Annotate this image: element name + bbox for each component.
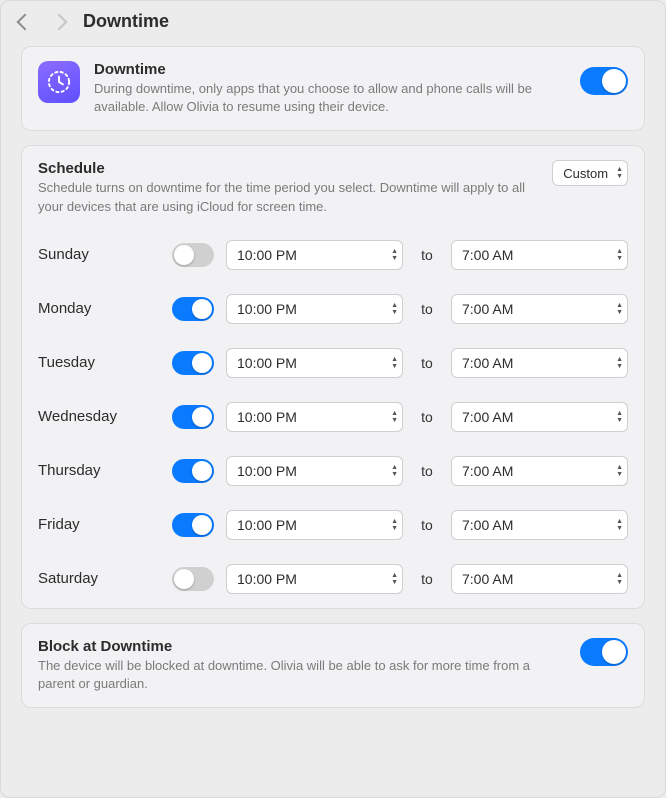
day-label: Monday: [38, 300, 160, 317]
to-label: to: [415, 517, 439, 533]
end-time-value: 7:00 AM: [462, 355, 513, 371]
page-title: Downtime: [83, 11, 169, 32]
start-time-value: 10:00 PM: [237, 355, 297, 371]
updown-icon[interactable]: ▲▼: [616, 355, 623, 371]
start-time-value: 10:00 PM: [237, 571, 297, 587]
end-time-value: 7:00 AM: [462, 571, 513, 587]
day-toggle[interactable]: [172, 297, 214, 321]
day-label: Thursday: [38, 462, 160, 479]
end-time-field[interactable]: 7:00 AM ▲▼: [451, 564, 628, 594]
updown-icon: ▲▼: [616, 165, 623, 181]
day-toggle[interactable]: [172, 243, 214, 267]
start-time-value: 10:00 PM: [237, 247, 297, 263]
downtime-title: Downtime: [94, 61, 558, 78]
start-time-value: 10:00 PM: [237, 463, 297, 479]
end-time-field[interactable]: 7:00 AM ▲▼: [451, 294, 628, 324]
day-row: Friday 10:00 PM ▲▼ to 7:00 AM ▲▼: [38, 510, 628, 540]
day-toggle[interactable]: [172, 405, 214, 429]
updown-icon[interactable]: ▲▼: [616, 463, 623, 479]
updown-icon[interactable]: ▲▼: [391, 409, 398, 425]
updown-icon[interactable]: ▲▼: [391, 571, 398, 587]
end-time-value: 7:00 AM: [462, 409, 513, 425]
to-label: to: [415, 571, 439, 587]
settings-window: Downtime Downtime During downtime, only …: [0, 0, 666, 798]
title-bar: Downtime: [1, 1, 665, 38]
day-row: Thursday 10:00 PM ▲▼ to 7:00 AM ▲▼: [38, 456, 628, 486]
start-time-value: 10:00 PM: [237, 301, 297, 317]
day-toggle[interactable]: [172, 513, 214, 537]
updown-icon[interactable]: ▲▼: [391, 517, 398, 533]
schedule-mode-select[interactable]: Custom ▲▼: [552, 160, 628, 186]
start-time-field[interactable]: 10:00 PM ▲▼: [226, 564, 403, 594]
day-label: Saturday: [38, 570, 160, 587]
downtime-description: During downtime, only apps that you choo…: [94, 80, 558, 116]
end-time-value: 7:00 AM: [462, 463, 513, 479]
start-time-field[interactable]: 10:00 PM ▲▼: [226, 240, 403, 270]
schedule-mode-value: Custom: [563, 166, 608, 181]
day-label: Sunday: [38, 246, 160, 263]
day-label: Tuesday: [38, 354, 160, 371]
start-time-field[interactable]: 10:00 PM ▲▼: [226, 348, 403, 378]
to-label: to: [415, 301, 439, 317]
to-label: to: [415, 247, 439, 263]
end-time-value: 7:00 AM: [462, 301, 513, 317]
updown-icon[interactable]: ▲▼: [616, 301, 623, 317]
end-time-field[interactable]: 7:00 AM ▲▼: [451, 456, 628, 486]
updown-icon[interactable]: ▲▼: [391, 463, 398, 479]
day-label: Friday: [38, 516, 160, 533]
day-label: Wednesday: [38, 408, 160, 425]
days-list: Sunday 10:00 PM ▲▼ to 7:00 AM ▲▼ Monday …: [38, 240, 628, 594]
back-button[interactable]: [17, 13, 34, 30]
day-toggle[interactable]: [172, 567, 214, 591]
to-label: to: [415, 463, 439, 479]
forward-button: [51, 13, 68, 30]
schedule-title: Schedule: [38, 160, 540, 177]
block-description: The device will be blocked at downtime. …: [38, 657, 568, 693]
start-time-value: 10:00 PM: [237, 517, 297, 533]
block-at-downtime-card: Block at Downtime The device will be blo…: [21, 623, 645, 708]
day-row: Monday 10:00 PM ▲▼ to 7:00 AM ▲▼: [38, 294, 628, 324]
content-area: Downtime During downtime, only apps that…: [1, 38, 665, 728]
downtime-card: Downtime During downtime, only apps that…: [21, 46, 645, 131]
end-time-field[interactable]: 7:00 AM ▲▼: [451, 402, 628, 432]
updown-icon[interactable]: ▲▼: [616, 571, 623, 587]
day-toggle[interactable]: [172, 459, 214, 483]
updown-icon[interactable]: ▲▼: [616, 247, 623, 263]
schedule-card: Schedule Schedule turns on downtime for …: [21, 145, 645, 608]
day-row: Tuesday 10:00 PM ▲▼ to 7:00 AM ▲▼: [38, 348, 628, 378]
start-time-value: 10:00 PM: [237, 409, 297, 425]
to-label: to: [415, 409, 439, 425]
start-time-field[interactable]: 10:00 PM ▲▼: [226, 294, 403, 324]
updown-icon[interactable]: ▲▼: [616, 409, 623, 425]
block-title: Block at Downtime: [38, 638, 568, 655]
updown-icon[interactable]: ▲▼: [391, 301, 398, 317]
end-time-field[interactable]: 7:00 AM ▲▼: [451, 510, 628, 540]
schedule-header: Schedule Schedule turns on downtime for …: [38, 160, 628, 215]
start-time-field[interactable]: 10:00 PM ▲▼: [226, 510, 403, 540]
updown-icon[interactable]: ▲▼: [391, 355, 398, 371]
end-time-field[interactable]: 7:00 AM ▲▼: [451, 348, 628, 378]
start-time-field[interactable]: 10:00 PM ▲▼: [226, 456, 403, 486]
downtime-icon: [38, 61, 80, 103]
block-at-downtime-toggle[interactable]: [580, 638, 628, 666]
end-time-value: 7:00 AM: [462, 247, 513, 263]
day-toggle[interactable]: [172, 351, 214, 375]
schedule-description: Schedule turns on downtime for the time …: [38, 179, 540, 215]
updown-icon[interactable]: ▲▼: [391, 247, 398, 263]
updown-icon[interactable]: ▲▼: [616, 517, 623, 533]
day-row: Wednesday 10:00 PM ▲▼ to 7:00 AM ▲▼: [38, 402, 628, 432]
end-time-value: 7:00 AM: [462, 517, 513, 533]
to-label: to: [415, 355, 439, 371]
nav-arrows: [19, 16, 65, 28]
downtime-text: Downtime During downtime, only apps that…: [94, 61, 566, 116]
end-time-field[interactable]: 7:00 AM ▲▼: [451, 240, 628, 270]
downtime-toggle[interactable]: [580, 67, 628, 95]
start-time-field[interactable]: 10:00 PM ▲▼: [226, 402, 403, 432]
day-row: Saturday 10:00 PM ▲▼ to 7:00 AM ▲▼: [38, 564, 628, 594]
day-row: Sunday 10:00 PM ▲▼ to 7:00 AM ▲▼: [38, 240, 628, 270]
